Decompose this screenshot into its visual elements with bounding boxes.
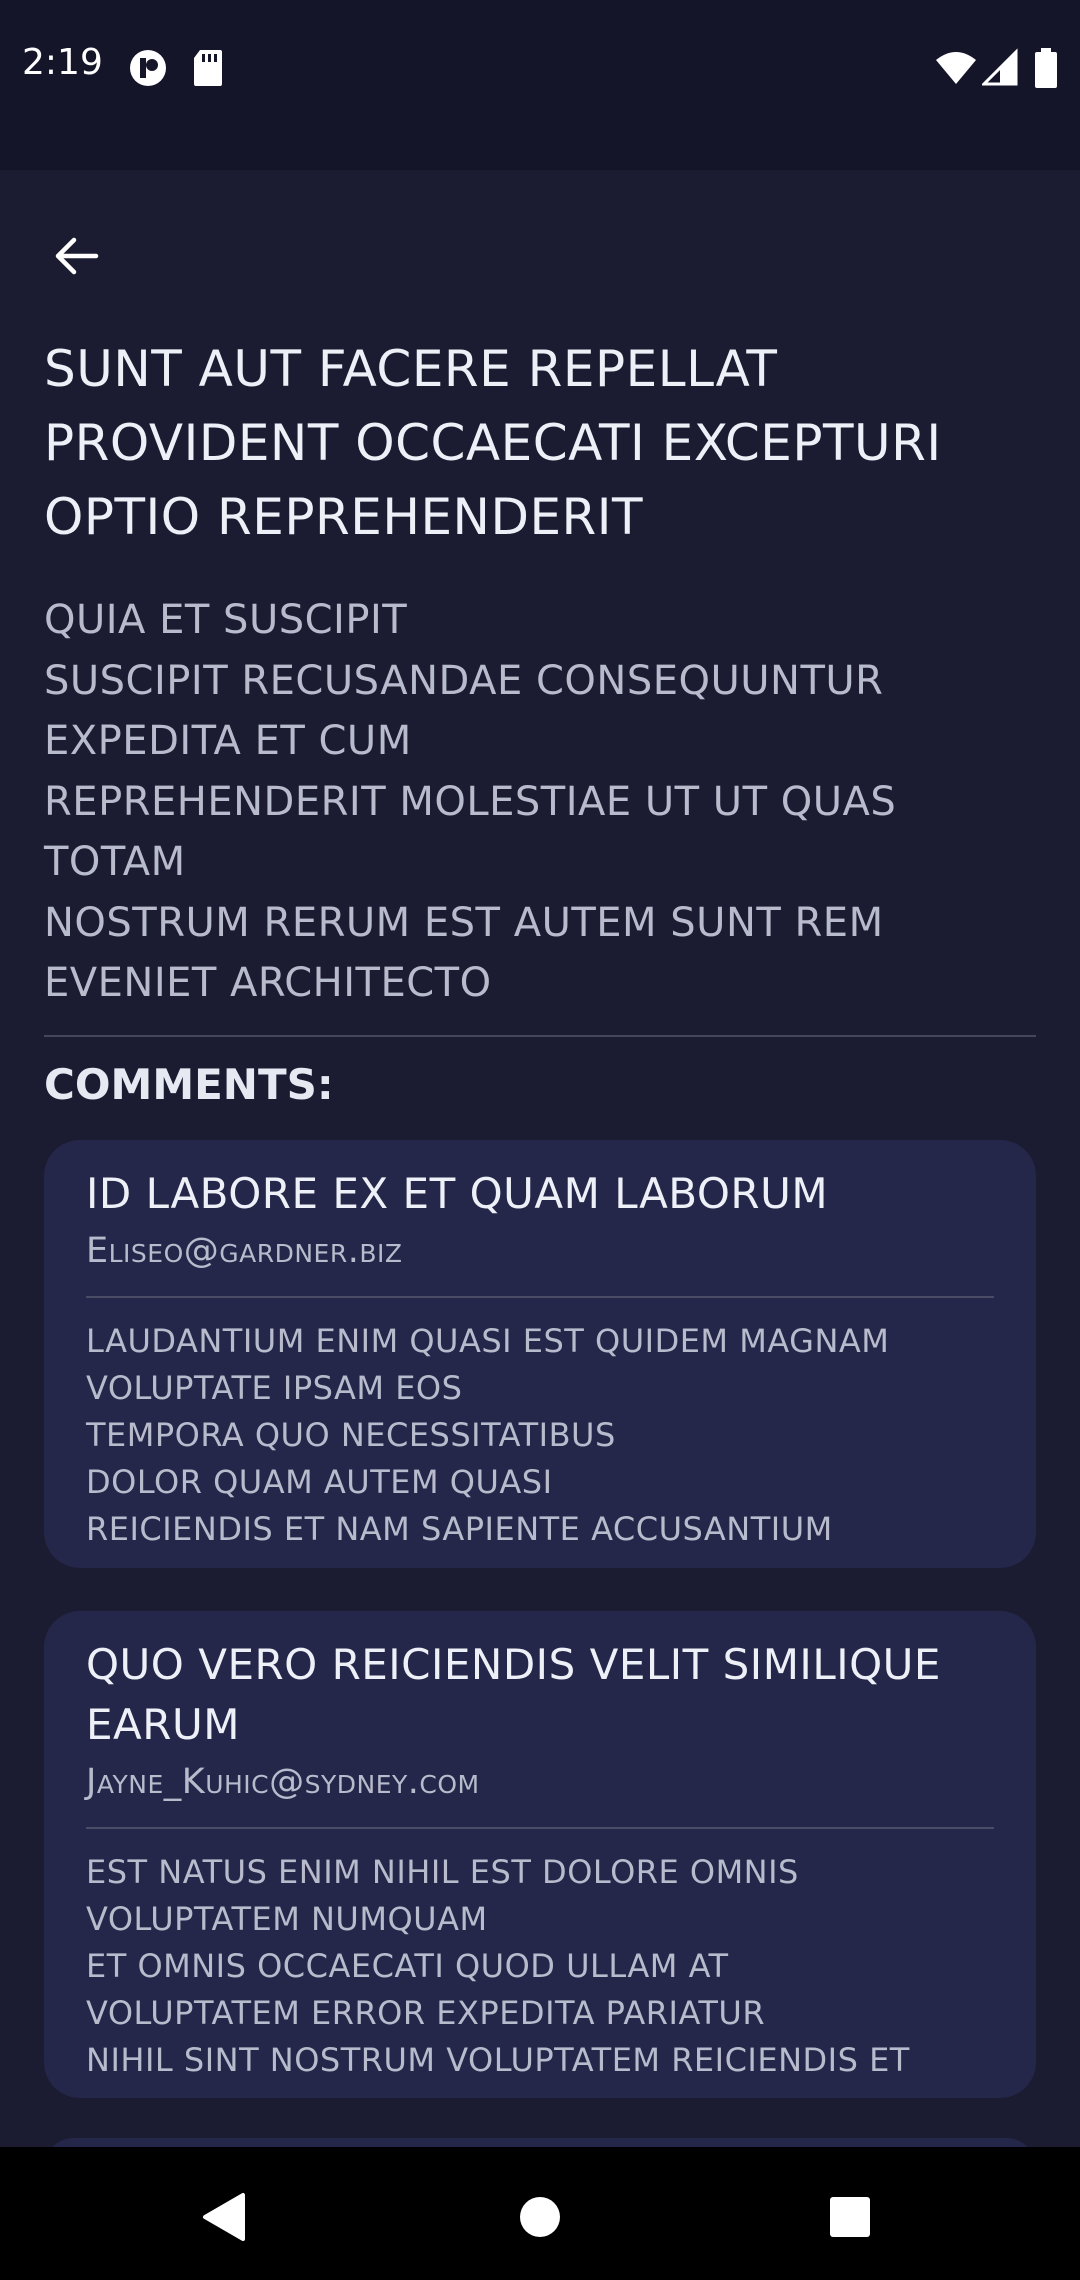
comment-card: id labore ex et quam laborum Eliseo@gard… bbox=[44, 1140, 1036, 1568]
nav-back-button[interactable] bbox=[185, 2177, 265, 2257]
status-time: 2:19 bbox=[22, 42, 103, 83]
system-nav-bar bbox=[0, 2147, 1080, 2280]
comment-divider bbox=[86, 1296, 994, 1298]
nav-home-button[interactable] bbox=[500, 2177, 580, 2257]
post-body: quia et suscipit suscipit recusandae con… bbox=[44, 597, 897, 1006]
divider bbox=[44, 1035, 1036, 1037]
square-recents-icon bbox=[830, 2197, 870, 2237]
wifi-icon bbox=[936, 52, 976, 84]
comment-divider bbox=[86, 1827, 994, 1829]
arrow-back-icon bbox=[55, 237, 99, 275]
comment-body: est natus enim nihil est dolore omnis vo… bbox=[86, 1853, 910, 2079]
back-button[interactable] bbox=[40, 220, 112, 292]
comment-body: laudantium enim quasi est quidem magnam … bbox=[86, 1322, 890, 1548]
nav-recents-button[interactable] bbox=[810, 2177, 890, 2257]
comment-name: id labore ex et quam laborum bbox=[86, 1169, 829, 1218]
sd-card-icon bbox=[194, 50, 222, 86]
status-bar: 2:19 bbox=[0, 0, 1080, 170]
post-detail-screen: sunt aut facere repellat provident occae… bbox=[0, 170, 1080, 2147]
circle-home-icon bbox=[520, 2197, 560, 2237]
battery-icon bbox=[1035, 48, 1057, 88]
comment-email: Jayne_Kuhic@sydney.com bbox=[86, 1762, 480, 1802]
comments-heading: Comments: bbox=[44, 1060, 334, 1109]
comment-name: quo vero reiciendis velit similique earu… bbox=[86, 1640, 941, 1749]
comment-email: Eliseo@gardner.biz bbox=[86, 1231, 403, 1271]
comment-card: quo vero reiciendis velit similique earu… bbox=[44, 1611, 1036, 2098]
post-title: sunt aut facere repellat provident occae… bbox=[44, 340, 942, 546]
triangle-back-icon bbox=[203, 2193, 245, 2241]
comment-card-partial bbox=[44, 2138, 1036, 2147]
signal-icon bbox=[982, 48, 1018, 86]
app-notification-icon bbox=[130, 50, 166, 86]
